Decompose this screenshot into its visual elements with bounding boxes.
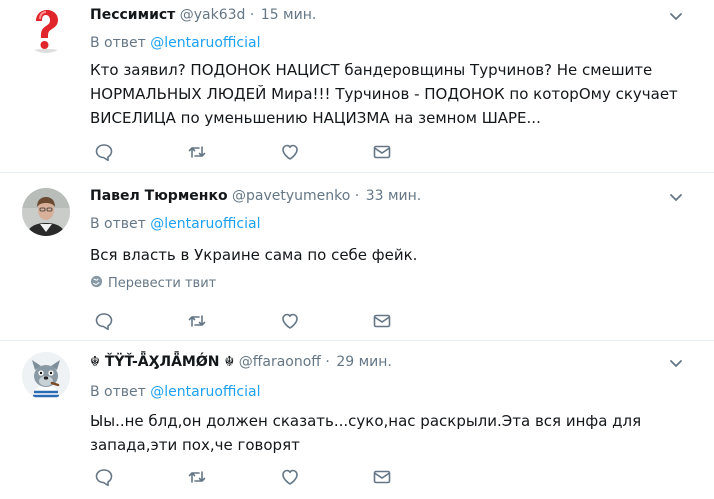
envelope-icon[interactable]: [372, 142, 392, 162]
timestamp[interactable]: 15 мин.: [261, 7, 317, 23]
reply-context: В ответ @lentaruofficial: [90, 215, 260, 233]
tweet-actions: [90, 467, 410, 487]
display-name[interactable]: Павел Тюрменко: [90, 188, 228, 204]
globe-icon: [90, 275, 103, 292]
translate-label: Перевести твит: [108, 276, 217, 291]
retweet-icon[interactable]: [187, 311, 207, 331]
separator-dot: ·: [249, 7, 255, 23]
user-handle[interactable]: @ffaraonoff: [239, 354, 321, 370]
heart-icon[interactable]: [280, 142, 300, 162]
tweet-feed: Пессимист @yak63d · 15 мин. В ответ @len…: [0, 0, 714, 499]
display-name[interactable]: Пессимист: [90, 7, 175, 23]
tweet-header: Пессимист @yak63d · 15 мин.: [90, 6, 674, 24]
heart-icon[interactable]: [280, 467, 300, 487]
reply-to-link[interactable]: @lentaruofficial: [150, 35, 260, 51]
tweet-text: Ыы..не блд,он должен сказать...суко,нас …: [90, 412, 642, 454]
chevron-down-icon[interactable]: [668, 8, 684, 24]
tweet[interactable]: Пессимист @yak63d · 15 мин. В ответ @len…: [0, 0, 714, 173]
reply-prefix: В ответ: [90, 384, 146, 400]
reply-icon[interactable]: [94, 311, 114, 331]
user-handle[interactable]: @pavetyumenko: [232, 188, 350, 204]
reply-icon[interactable]: [94, 142, 114, 162]
cartoon-wolf: [22, 352, 70, 400]
separator-dot: ·: [354, 188, 360, 204]
tweet-text: Кто заявил? ПОДОНОК НАЦИСТ бандеровщины …: [90, 61, 678, 127]
tweet-header: Павел Тюрменко @pavetyumenko · 33 мин.: [90, 187, 674, 205]
translate-tweet-link[interactable]: Перевести твит: [90, 275, 216, 292]
retweet-icon[interactable]: [187, 142, 207, 162]
envelope-icon[interactable]: [372, 311, 392, 331]
timestamp[interactable]: 33 мин.: [366, 188, 422, 204]
chevron-down-icon[interactable]: [668, 189, 684, 205]
tweet-header: ☬ ŤŸŤ-ǞӼЛǞMǾN ☬ @ffaraonoff · 29 мин.: [90, 353, 674, 371]
avatar[interactable]: [22, 352, 70, 400]
retweet-icon[interactable]: [187, 467, 207, 487]
reply-to-link[interactable]: @lentaruofficial: [150, 216, 260, 232]
timestamp[interactable]: 29 мин.: [336, 354, 392, 370]
display-name[interactable]: ☬ ŤŸŤ-ǞӼЛǞMǾN ☬: [90, 354, 234, 370]
avatar[interactable]: [22, 5, 70, 53]
reply-context: В ответ @lentaruofficial: [90, 383, 260, 401]
reply-icon[interactable]: [94, 467, 114, 487]
tweet-text: Вся власть в Украине сама по себе фейк.: [90, 246, 418, 264]
reply-prefix: В ответ: [90, 216, 146, 232]
envelope-icon[interactable]: [372, 467, 392, 487]
reply-to-link[interactable]: @lentaruofficial: [150, 384, 260, 400]
reply-context: В ответ @lentaruofficial: [90, 34, 260, 52]
question-mark-icon: [32, 10, 60, 53]
reply-prefix: В ответ: [90, 35, 146, 51]
person-photo: [22, 188, 70, 236]
separator-dot: ·: [325, 354, 330, 370]
tweet-actions: [90, 311, 410, 331]
tweet[interactable]: ☬ ŤŸŤ-ǞӼЛǞMǾN ☬ @ffaraonoff · 29 мин. В …: [0, 341, 714, 499]
tweet[interactable]: Павел Тюрменко @pavetyumenko · 33 мин. В…: [0, 173, 714, 341]
user-handle[interactable]: @yak63d: [180, 7, 246, 23]
chevron-down-icon[interactable]: [668, 355, 684, 371]
avatar[interactable]: [22, 188, 70, 236]
heart-icon[interactable]: [280, 311, 300, 331]
tweet-actions: [90, 142, 410, 162]
